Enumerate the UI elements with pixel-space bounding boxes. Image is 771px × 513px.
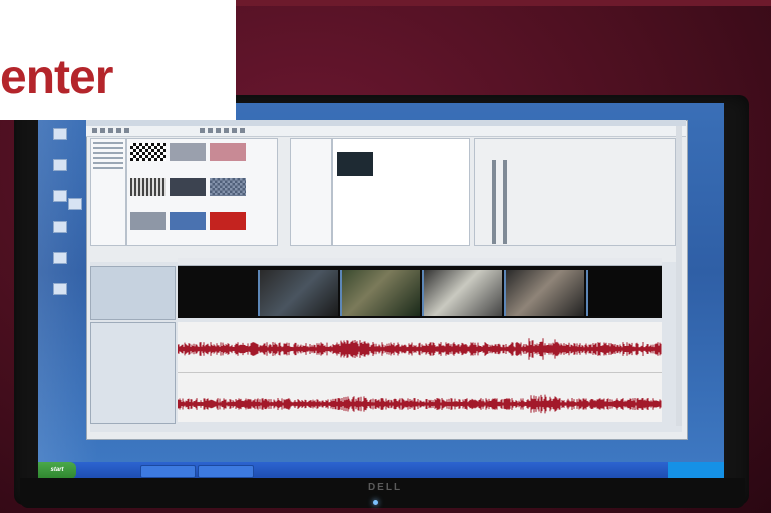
start-button[interactable]: start bbox=[38, 462, 76, 479]
audio-level-meter bbox=[503, 160, 507, 244]
toolbar-button[interactable] bbox=[92, 128, 97, 133]
transition-thumbnail[interactable] bbox=[170, 143, 206, 161]
waveform-channel-left bbox=[178, 338, 662, 360]
waveform bbox=[178, 338, 662, 414]
audio-track-header[interactable] bbox=[90, 322, 176, 424]
transition-thumbnail[interactable] bbox=[130, 178, 166, 196]
monitor-brand-label: DELL bbox=[367, 482, 403, 493]
toolbar-button[interactable] bbox=[240, 128, 245, 133]
transition-thumbnail[interactable] bbox=[170, 212, 206, 230]
transition-thumbnail[interactable] bbox=[210, 143, 246, 161]
power-led bbox=[373, 500, 378, 505]
transition-thumbnail[interactable] bbox=[130, 212, 166, 230]
video-track-header[interactable] bbox=[90, 266, 176, 320]
media-tree-panel[interactable] bbox=[290, 138, 332, 246]
transition-thumbnail[interactable] bbox=[210, 212, 246, 230]
main-toolbar bbox=[86, 126, 686, 137]
toolbar-button[interactable] bbox=[208, 128, 213, 133]
taskbar-task[interactable] bbox=[198, 465, 254, 478]
transition-thumbnail[interactable] bbox=[170, 178, 206, 196]
desktop-shortcut-icon[interactable] bbox=[53, 190, 67, 202]
desktop-shortcut-icon[interactable] bbox=[53, 252, 67, 264]
transitions-tree-panel[interactable] bbox=[90, 138, 126, 246]
desktop-shortcut-icon[interactable] bbox=[68, 198, 82, 210]
waveform-channel-right bbox=[178, 394, 662, 414]
video-thumbnail[interactable] bbox=[504, 270, 584, 316]
toolbar-button[interactable] bbox=[100, 128, 105, 133]
system-tray bbox=[668, 462, 724, 479]
toolbar-button[interactable] bbox=[224, 128, 229, 133]
sign-card: enter bbox=[0, 0, 236, 120]
media-clip-thumbnail[interactable] bbox=[337, 152, 373, 176]
taskbar-task[interactable] bbox=[140, 465, 196, 478]
timeline-ruler[interactable] bbox=[178, 258, 662, 266]
audio-level-meter bbox=[492, 160, 496, 244]
toolbar-button[interactable] bbox=[108, 128, 113, 133]
vertical-scrollbar[interactable] bbox=[676, 126, 682, 426]
desktop-shortcut-icon[interactable] bbox=[53, 159, 67, 171]
video-thumbnail[interactable] bbox=[586, 270, 662, 316]
sign-text: enter bbox=[0, 51, 113, 104]
toolbar-button[interactable] bbox=[116, 128, 121, 133]
toolbar-button[interactable] bbox=[200, 128, 205, 133]
desktop-shortcut-icon[interactable] bbox=[53, 283, 67, 295]
transition-thumbnail[interactable] bbox=[210, 178, 246, 196]
toolbar-button[interactable] bbox=[124, 128, 129, 133]
toolbar-button[interactable] bbox=[232, 128, 237, 133]
transition-thumbnail[interactable] bbox=[130, 143, 166, 161]
desktop-shortcut-icon[interactable] bbox=[53, 221, 67, 233]
video-thumbnail[interactable] bbox=[258, 270, 338, 316]
desktop-shortcut-icon[interactable] bbox=[53, 128, 67, 140]
toolbar-button[interactable] bbox=[216, 128, 221, 133]
video-thumbnail[interactable] bbox=[340, 270, 420, 316]
desktop-icons bbox=[44, 128, 76, 295]
video-thumbnail[interactable] bbox=[422, 270, 502, 316]
desktop-icons-second-column bbox=[68, 198, 82, 210]
